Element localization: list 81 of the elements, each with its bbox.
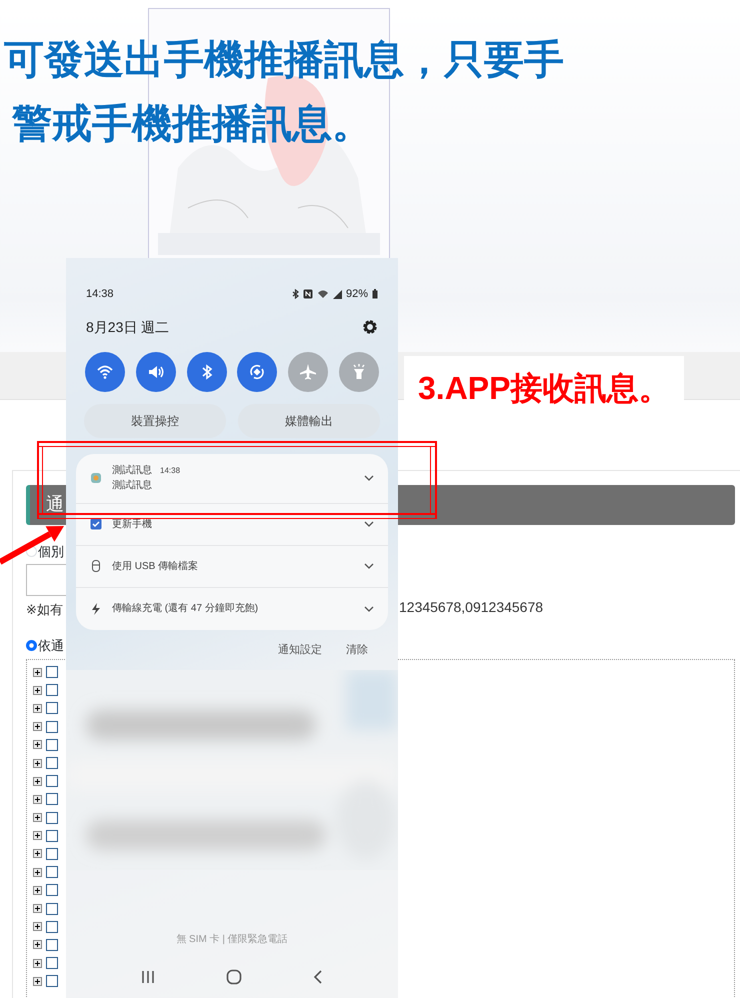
expand-icon[interactable] xyxy=(33,776,42,786)
chevron-down-icon[interactable] xyxy=(364,606,374,612)
notification-item[interactable]: 測試訊息 14:38 測試訊息 xyxy=(76,454,388,504)
quick-button[interactable]: 裝置操控 xyxy=(84,404,226,438)
chevron-down-icon[interactable] xyxy=(364,563,374,569)
tree-checkbox[interactable] xyxy=(46,920,58,933)
expand-icon[interactable] xyxy=(33,722,42,732)
expand-icon[interactable] xyxy=(33,904,42,914)
notification-title: 傳輸線充電 (還有 47 分鐘即充飽) xyxy=(112,603,258,614)
home-icon[interactable] xyxy=(226,969,242,985)
expand-icon[interactable] xyxy=(33,922,42,932)
settings-icon[interactable] xyxy=(362,319,378,335)
phone-numbers-text: 12345678,0912345678 xyxy=(399,598,544,617)
note-text: ※如有 xyxy=(26,600,63,618)
airplane-icon-toggle[interactable] xyxy=(288,352,328,392)
tree-checkbox[interactable] xyxy=(46,684,58,696)
notification-item[interactable]: 使用 USB 傳輸檔案 xyxy=(76,546,388,588)
tree-checkbox[interactable] xyxy=(46,902,58,915)
radio-label: 依通 xyxy=(38,636,64,654)
status-time: 14:38 xyxy=(86,287,114,302)
lightning-icon xyxy=(90,602,102,614)
expand-icon[interactable] xyxy=(33,704,42,713)
expand-icon[interactable] xyxy=(33,958,42,968)
tree-checkbox[interactable] xyxy=(46,957,58,970)
recents-icon[interactable] xyxy=(141,970,156,984)
usb-icon xyxy=(90,560,102,572)
radio-button[interactable] xyxy=(26,640,37,651)
notification-title: 使用 USB 傳輸檔案 xyxy=(112,560,198,572)
tree-checkbox[interactable] xyxy=(46,812,58,824)
expand-icon[interactable] xyxy=(33,868,42,877)
rotate-icon-toggle[interactable] xyxy=(237,352,278,392)
tree-checkbox[interactable] xyxy=(46,720,58,733)
tree-checkbox[interactable] xyxy=(46,775,58,788)
bluetooth-icon-toggle[interactable] xyxy=(186,352,227,392)
expand-icon[interactable] xyxy=(33,831,42,840)
expand-icon[interactable] xyxy=(33,940,42,950)
notification-link[interactable]: 通知設定 xyxy=(278,642,322,658)
tree-checkbox[interactable] xyxy=(46,757,58,770)
sim-status-text: 無 SIM 卡 | 僅限緊急電話 xyxy=(175,932,289,947)
notification-title: 測試訊息 xyxy=(112,464,152,478)
chevron-down-icon[interactable] xyxy=(364,521,374,527)
heading-text: 警戒手機推播訊息。 xyxy=(10,101,373,148)
tree-checkbox[interactable] xyxy=(46,793,58,806)
quick-button[interactable]: 媒體輸出 xyxy=(238,404,380,438)
tree-checkbox[interactable] xyxy=(46,738,58,751)
tree-checkbox[interactable] xyxy=(46,975,58,988)
wifi-icon xyxy=(316,289,329,300)
back-icon[interactable] xyxy=(312,969,323,985)
battery-percent: 92% xyxy=(346,287,368,302)
tree-checkbox[interactable] xyxy=(46,830,58,842)
heading-text: 可發送出手機推播訊息，只要手 xyxy=(3,37,565,84)
tree-checkbox[interactable] xyxy=(46,666,58,678)
signal-icon xyxy=(332,290,342,299)
expand-icon[interactable] xyxy=(33,668,42,677)
app-icon xyxy=(90,472,102,484)
expand-icon[interactable] xyxy=(33,886,42,895)
radio-label: 個別 xyxy=(38,543,64,561)
expand-icon[interactable] xyxy=(33,740,42,750)
expand-icon[interactable] xyxy=(33,794,42,804)
bluetooth-icon xyxy=(292,289,299,300)
flashlight-icon-toggle[interactable] xyxy=(338,352,379,392)
tree-checkbox[interactable] xyxy=(46,702,58,714)
checkbox-icon xyxy=(90,518,102,530)
tree-checkbox[interactable] xyxy=(46,884,58,896)
expand-icon[interactable] xyxy=(33,686,42,695)
expand-icon[interactable] xyxy=(33,758,42,768)
nfc-icon xyxy=(302,289,313,300)
expand-icon[interactable] xyxy=(33,813,42,822)
battery-icon xyxy=(372,289,378,300)
notification-time: 14:38 xyxy=(160,464,180,476)
date-text: 8月23日 週二 xyxy=(86,318,170,336)
tree-checkbox[interactable] xyxy=(46,848,58,860)
expand-icon[interactable] xyxy=(33,849,42,858)
notification-item[interactable]: 傳輸線充電 (還有 47 分鐘即充飽) xyxy=(76,588,388,630)
tree-checkbox[interactable] xyxy=(46,938,58,951)
wifi-icon-toggle[interactable] xyxy=(85,352,125,392)
expand-icon[interactable] xyxy=(33,976,42,986)
speaker-icon-toggle[interactable] xyxy=(136,352,176,392)
chevron-down-icon[interactable] xyxy=(364,475,374,481)
notification-link[interactable]: 清除 xyxy=(346,642,368,658)
tree-checkbox[interactable] xyxy=(46,866,58,878)
